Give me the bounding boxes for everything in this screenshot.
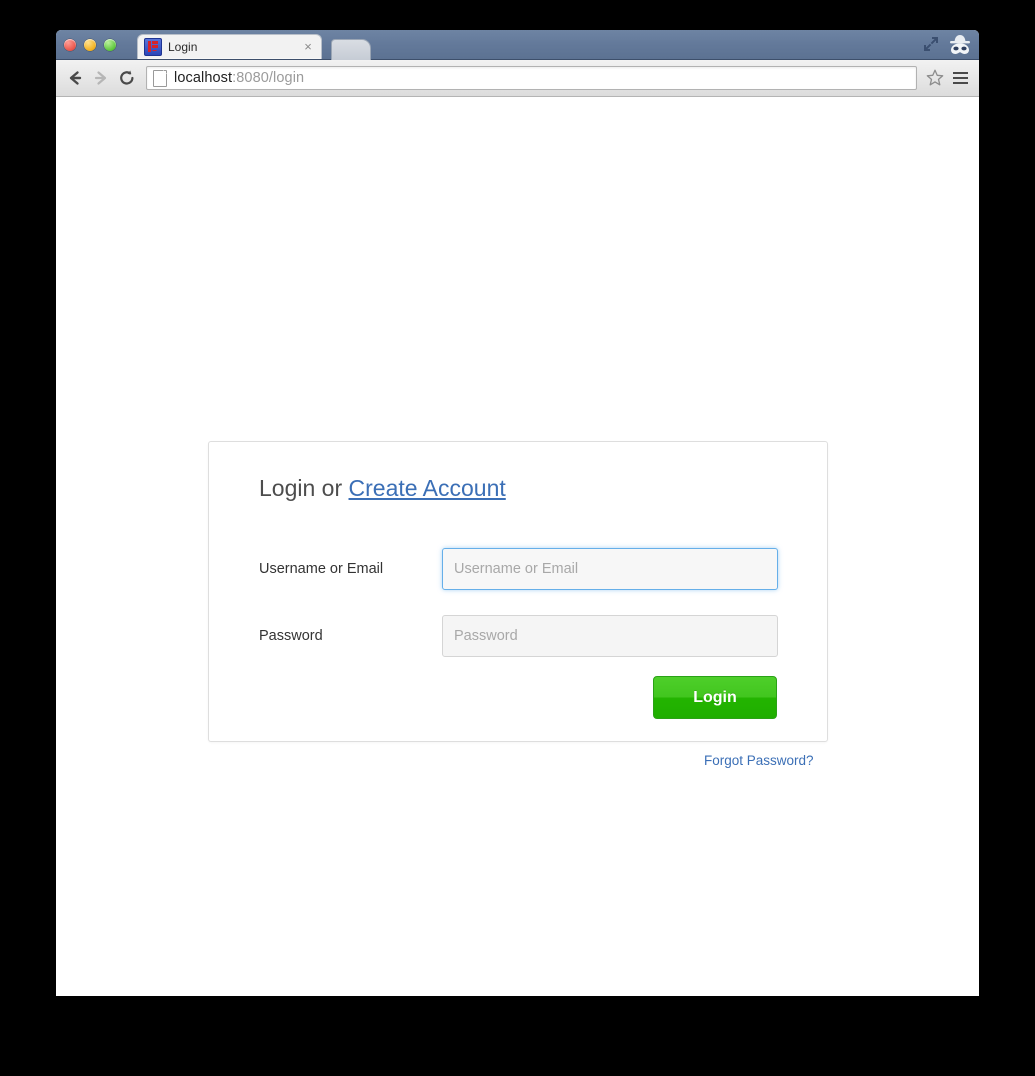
- forgot-password-link[interactable]: Forgot Password?: [704, 753, 814, 768]
- page-title: Login or Create Account: [259, 475, 506, 502]
- reload-button[interactable]: [114, 65, 140, 91]
- back-button[interactable]: [62, 65, 88, 91]
- page-content: Login or Create Account Username or Emai…: [56, 97, 979, 995]
- login-card: Login or Create Account Username or Emai…: [208, 441, 828, 742]
- bookmark-star-icon[interactable]: [925, 68, 945, 88]
- tab-strip: Login ×: [56, 30, 979, 60]
- username-form-row: Username or Email: [259, 548, 779, 590]
- new-tab-button[interactable]: [331, 39, 371, 60]
- username-label: Username or Email: [259, 561, 384, 577]
- hamburger-icon: [952, 71, 968, 75]
- window-controls: [64, 39, 116, 51]
- create-account-link[interactable]: Create Account: [349, 475, 506, 501]
- minimize-window-button[interactable]: [84, 39, 96, 51]
- password-label: Password: [259, 628, 323, 644]
- url-path: :8080/login: [232, 70, 305, 86]
- window-right-icons: [922, 33, 973, 55]
- browser-toolbar: localhost:8080/login: [56, 60, 979, 97]
- heading-prefix: Login or: [259, 475, 349, 501]
- username-input[interactable]: [442, 548, 778, 590]
- url-host: localhost: [174, 70, 233, 86]
- login-button[interactable]: Login: [653, 676, 777, 719]
- close-icon[interactable]: ×: [301, 40, 315, 54]
- zoom-window-button[interactable]: [104, 39, 116, 51]
- password-form-row: Password: [259, 615, 779, 657]
- jboss-favicon-icon: [144, 38, 162, 56]
- address-bar[interactable]: localhost:8080/login: [146, 66, 917, 90]
- close-window-button[interactable]: [64, 39, 76, 51]
- tab-title: Login: [168, 40, 198, 54]
- incognito-icon[interactable]: [947, 33, 973, 55]
- url-text: localhost:8080/login: [174, 70, 304, 86]
- browser-menu-button[interactable]: [947, 65, 973, 91]
- browser-window: Login × localhost:8080/login Login or Cr…: [56, 30, 979, 996]
- browser-tab-login[interactable]: Login ×: [137, 34, 322, 59]
- forward-button[interactable]: [88, 65, 114, 91]
- fullscreen-icon[interactable]: [922, 35, 940, 53]
- password-input[interactable]: [442, 615, 778, 657]
- page-document-icon: [153, 69, 167, 87]
